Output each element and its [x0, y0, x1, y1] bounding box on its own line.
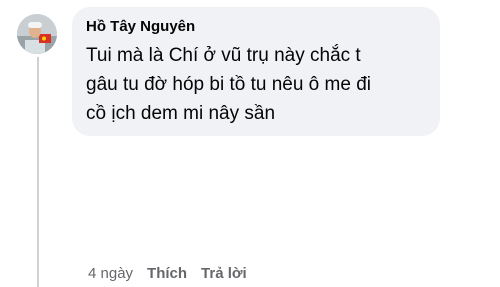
avatar[interactable] [17, 14, 57, 54]
comment-bubble: Hồ Tây Nguyên Tui mà là Chí ở vũ trụ này… [72, 7, 440, 136]
comment-text: Tui mà là Chí ở vũ trụ này chắc t gâu tu… [86, 45, 371, 124]
comment-timestamp[interactable]: 4 ngày [88, 265, 133, 282]
reply-thread-line [37, 57, 39, 287]
comment-actions: 4 ngày Thích Trả lời [88, 262, 247, 284]
comment-author[interactable]: Hồ Tây Nguyên [86, 17, 195, 37]
like-button[interactable]: Thích [147, 265, 187, 282]
reply-button[interactable]: Trả lời [201, 265, 247, 282]
profile-photo-icon [17, 14, 57, 54]
